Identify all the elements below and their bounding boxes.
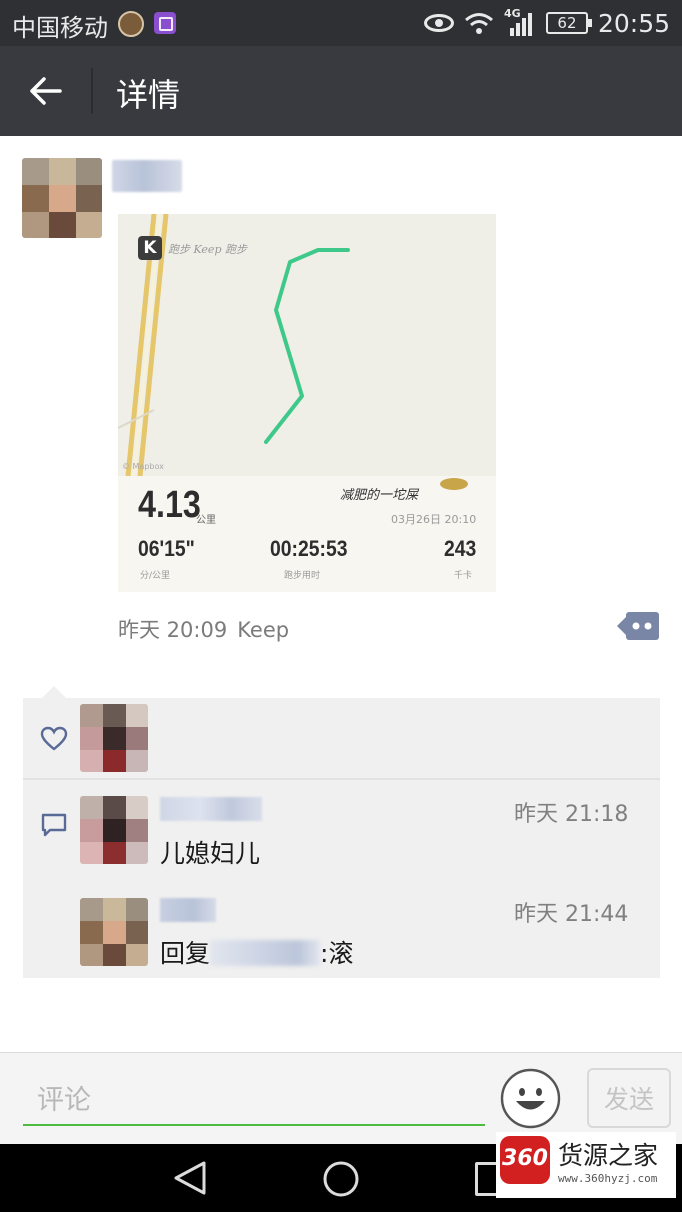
watermark-text: 货源之家 xyxy=(558,1141,659,1170)
nav-back-icon[interactable] xyxy=(170,1160,210,1196)
liker-avatar[interactable] xyxy=(80,704,148,772)
reply-body: :滚 xyxy=(320,939,354,968)
map-attribution: © Mapbox xyxy=(122,462,164,471)
clock: 20:55 xyxy=(597,8,670,38)
eye-comfort-icon xyxy=(423,14,454,32)
more-actions-icon[interactable] xyxy=(617,612,659,640)
reply-prefix: 回复 xyxy=(160,939,211,968)
comment-text[interactable]: 回复 :滚 xyxy=(160,934,353,970)
heart-icon xyxy=(40,726,68,751)
run-date: 03月26日 20:10 xyxy=(391,513,477,526)
route-map: K 跑步 Keep 跑步 © Mapbox xyxy=(118,214,496,477)
post-meta: 昨天 20:09 Keep xyxy=(118,614,289,644)
poster-name-blurred[interactable] xyxy=(112,160,182,192)
runner-mini-avatar xyxy=(440,478,468,490)
calories-label: 千卡 xyxy=(454,571,473,581)
commenter-avatar[interactable] xyxy=(80,898,148,966)
commenter-avatar[interactable] xyxy=(80,796,148,864)
panel-divider xyxy=(23,778,660,780)
watermark-badge-text: 360 xyxy=(502,1146,548,1171)
distance-value: 4.13 xyxy=(138,484,201,526)
workout-card[interactable]: K 跑步 Keep 跑步 © Mapbox 4.13 公里 减肥的一坨屎 03月… xyxy=(118,214,496,592)
distance-unit: 公里 xyxy=(196,515,216,526)
duration-value: 00:25:53 xyxy=(270,536,348,561)
watermark-url: www.360hyzj.com xyxy=(558,1172,658,1185)
send-button[interactable]: 发送 xyxy=(587,1068,671,1128)
runner-signature: 减肥的一坨屎 xyxy=(340,488,419,503)
nav-home-icon[interactable] xyxy=(322,1160,360,1198)
app-bar-divider xyxy=(91,68,93,114)
gallery-notification-icon xyxy=(154,12,176,34)
reply-target-blurred xyxy=(210,940,321,966)
wifi-icon xyxy=(464,13,493,34)
comment-time: 昨天 21:18 xyxy=(514,802,629,827)
back-arrow-icon[interactable] xyxy=(18,66,76,116)
keep-note: 跑步 Keep 跑步 xyxy=(168,243,247,256)
status-bar: 中国移动 4G 62 20:55 xyxy=(0,0,682,46)
comment-icon xyxy=(41,813,67,837)
notification-app-icon xyxy=(118,11,144,37)
comment-input[interactable] xyxy=(23,1070,485,1126)
comment-text[interactable]: 儿媳妇儿 xyxy=(160,834,260,870)
post-source-link[interactable]: Keep xyxy=(237,618,289,642)
panel-pointer xyxy=(42,686,66,698)
post-time: 昨天 20:09 xyxy=(118,618,228,642)
keep-logo-icon: K xyxy=(138,236,162,260)
app-bar: 详情 xyxy=(0,46,682,136)
poster-avatar[interactable] xyxy=(22,158,102,238)
pace-label: 分/公里 xyxy=(140,571,171,581)
pace-value: 06'15" xyxy=(138,536,195,561)
carrier-label: 中国移动 xyxy=(12,14,108,42)
commenter-name-blurred[interactable] xyxy=(160,797,262,821)
duration-label: 跑步用时 xyxy=(284,571,321,581)
site-watermark: 360 货源之家 www.360hyzj.com xyxy=(496,1132,676,1198)
comment-time: 昨天 21:44 xyxy=(514,902,629,927)
emoji-icon[interactable] xyxy=(500,1068,561,1129)
cellular-signal-icon: 4G xyxy=(504,7,536,36)
calories-value: 243 xyxy=(444,536,477,561)
route-line xyxy=(264,248,350,444)
battery-icon: 62 xyxy=(545,12,592,34)
page-title: 详情 xyxy=(116,76,181,114)
commenter-name-blurred[interactable] xyxy=(160,898,216,922)
